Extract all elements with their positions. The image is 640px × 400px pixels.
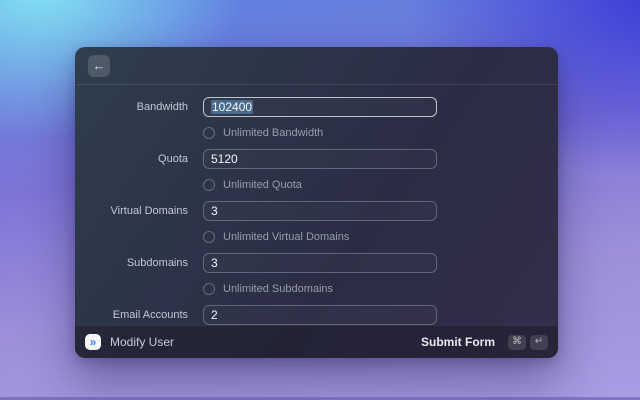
unlimited-bandwidth-row: Unlimited Bandwidth: [203, 126, 558, 139]
unlimited-virtual-domains-row: Unlimited Virtual Domains: [203, 230, 558, 243]
bandwidth-label: Bandwidth: [136, 101, 188, 113]
virtual-domains-input[interactable]: 3: [203, 201, 437, 221]
unlimited-bandwidth-checkbox[interactable]: [203, 126, 215, 139]
dialog-title: Modify User: [110, 335, 175, 349]
unlimited-subdomains-row: Unlimited Subdomains: [203, 282, 558, 295]
unlimited-subdomains-checkbox[interactable]: [203, 282, 215, 295]
quota-value: 5120: [211, 152, 238, 166]
quota-row: Quota 5120: [75, 149, 558, 169]
virtual-domains-label: Virtual Domains: [110, 205, 188, 217]
app-logo-icon: »: [85, 334, 101, 350]
back-arrow-icon: ←: [92, 58, 106, 73]
unlimited-subdomains-label: Unlimited Subdomains: [223, 282, 334, 295]
modify-user-dialog: ← Bandwidth 102400 Unlimited Bandwidth Q…: [75, 47, 558, 358]
virtual-domains-row: Virtual Domains 3: [75, 201, 558, 221]
command-key-icon: ⌘: [508, 334, 526, 350]
dialog-footer: » Modify User Submit Form ⌘ ↵: [75, 325, 558, 358]
bandwidth-row: Bandwidth 102400: [75, 97, 558, 117]
email-accounts-row: Email Accounts 2: [75, 305, 558, 325]
virtual-domains-value: 3: [211, 204, 218, 218]
quota-input[interactable]: 5120: [203, 149, 437, 169]
unlimited-quota-row: Unlimited Quota: [203, 178, 558, 191]
unlimited-virtual-domains-checkbox[interactable]: [203, 230, 215, 243]
enter-key-icon: ↵: [530, 334, 548, 350]
email-accounts-input[interactable]: 2: [203, 305, 437, 325]
back-button[interactable]: ←: [88, 54, 110, 77]
subdomains-input[interactable]: 3: [203, 253, 437, 273]
unlimited-quota-label: Unlimited Quota: [223, 178, 302, 191]
quota-label: Quota: [158, 153, 188, 165]
unlimited-bandwidth-label: Unlimited Bandwidth: [223, 126, 324, 139]
dialog-header: ←: [75, 47, 558, 85]
footer-actions: Submit Form ⌘ ↵: [421, 334, 548, 350]
unlimited-quota-checkbox[interactable]: [203, 178, 215, 191]
bandwidth-value-selected: 102400: [211, 100, 254, 114]
submit-form-button[interactable]: Submit Form: [421, 335, 495, 349]
modify-user-form: Bandwidth 102400 Unlimited Bandwidth Quo…: [75, 85, 558, 325]
email-accounts-value: 2: [211, 308, 218, 322]
subdomains-label: Subdomains: [126, 257, 188, 269]
subdomains-row: Subdomains 3: [75, 253, 558, 273]
subdomains-value: 3: [211, 256, 218, 270]
bandwidth-input[interactable]: 102400: [203, 97, 437, 117]
email-accounts-label: Email Accounts: [112, 309, 188, 321]
unlimited-virtual-domains-label: Unlimited Virtual Domains: [223, 230, 350, 243]
